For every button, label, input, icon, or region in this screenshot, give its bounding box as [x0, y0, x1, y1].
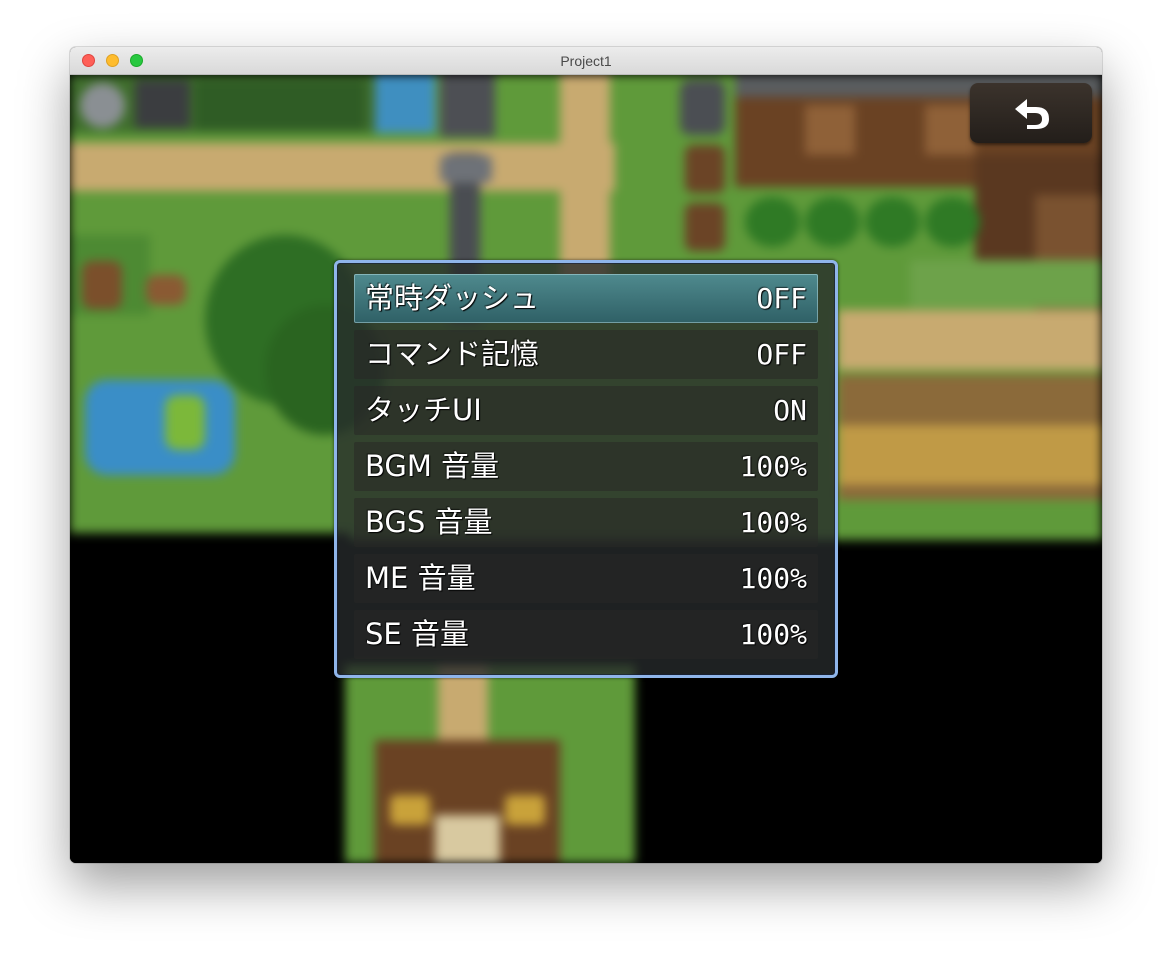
- option-value: ON: [773, 394, 807, 427]
- menu-return-button[interactable]: [970, 83, 1092, 143]
- option-label: タッチUI: [365, 393, 482, 427]
- option-bgs-volume[interactable]: BGS 音量 100%: [354, 498, 818, 547]
- game-screen: 常時ダッシュ OFF コマンド記憶 OFF タッチUI ON BGM 音量 10…: [70, 75, 1102, 863]
- option-touch-ui[interactable]: タッチUI ON: [354, 386, 818, 435]
- option-label: BGM 音量: [365, 449, 500, 483]
- option-value: OFF: [756, 282, 807, 315]
- option-value: 100%: [739, 562, 807, 595]
- option-label: ME 音量: [365, 561, 476, 595]
- title-bar: Project1: [70, 47, 1102, 75]
- option-bgm-volume[interactable]: BGM 音量 100%: [354, 442, 818, 491]
- option-value: 100%: [739, 506, 807, 539]
- option-always-dash[interactable]: 常時ダッシュ OFF: [354, 274, 818, 323]
- option-label: 常時ダッシュ: [365, 281, 540, 315]
- option-command-remember[interactable]: コマンド記憶 OFF: [354, 330, 818, 379]
- option-value: OFF: [756, 338, 807, 371]
- option-label: SE 音量: [365, 617, 469, 651]
- return-arrow-icon: [1015, 99, 1049, 129]
- app-window: Project1 常時ダッシュ OFF コマンド記憶 OFF タッチUI ON …: [70, 47, 1102, 863]
- window-title: Project1: [560, 53, 612, 69]
- option-label: コマンド記憶: [365, 337, 540, 371]
- option-value: 100%: [739, 618, 807, 651]
- option-me-volume[interactable]: ME 音量 100%: [354, 554, 818, 603]
- option-se-volume[interactable]: SE 音量 100%: [354, 610, 818, 659]
- options-window: 常時ダッシュ OFF コマンド記憶 OFF タッチUI ON BGM 音量 10…: [334, 260, 838, 678]
- option-value: 100%: [739, 450, 807, 483]
- option-label: BGS 音量: [365, 505, 493, 539]
